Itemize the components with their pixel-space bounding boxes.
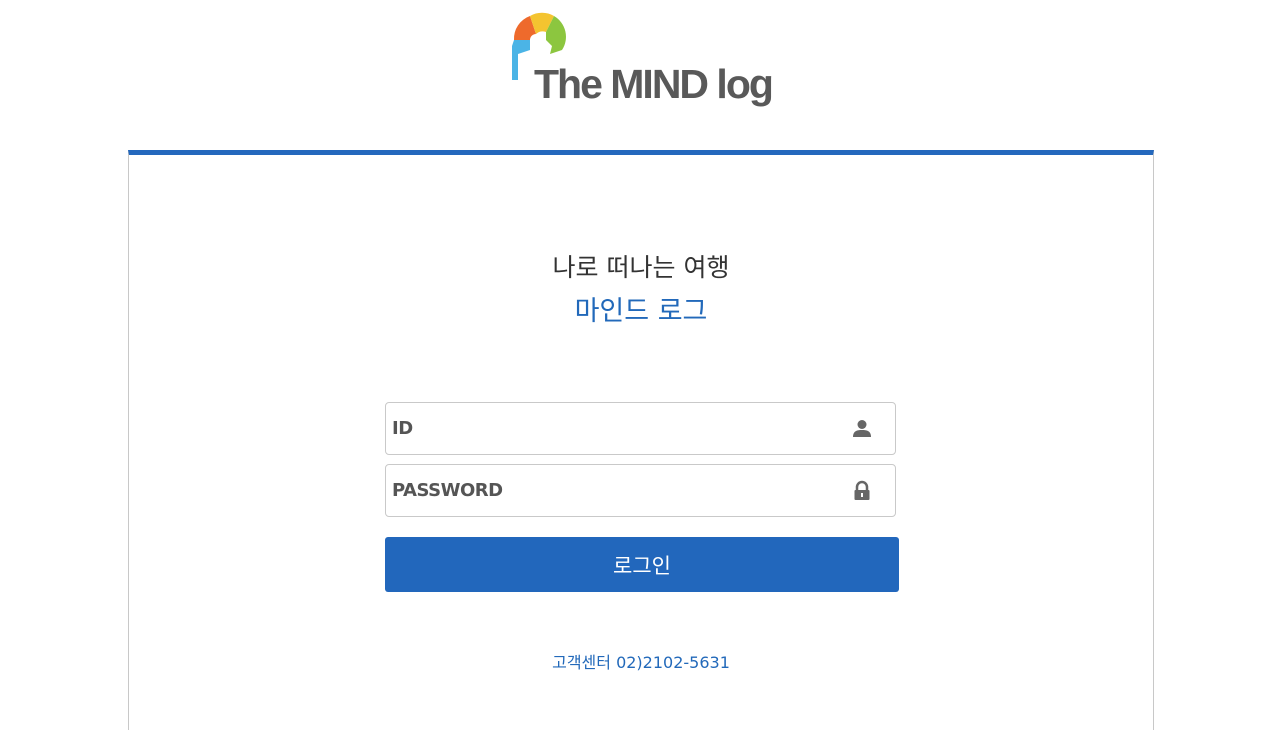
login-panel: 나로 떠나는 여행 마인드 로그 로그인 고객센터 02)2102-5631: [128, 150, 1154, 730]
login-button[interactable]: 로그인: [385, 537, 899, 592]
id-input[interactable]: [386, 403, 895, 454]
password-field[interactable]: [385, 464, 896, 517]
header: The MIND log: [0, 0, 1280, 150]
support-contact: 고객센터 02)2102-5631: [552, 653, 730, 672]
tagline: 나로 떠나는 여행: [552, 253, 730, 282]
logo[interactable]: The MIND log: [508, 10, 774, 110]
lock-icon: [854, 480, 870, 500]
id-field[interactable]: [385, 402, 896, 455]
password-input[interactable]: [386, 465, 895, 516]
logo-text: The MIND log: [534, 61, 774, 107]
brand-title: 마인드 로그: [574, 296, 708, 327]
user-icon: [853, 420, 871, 437]
